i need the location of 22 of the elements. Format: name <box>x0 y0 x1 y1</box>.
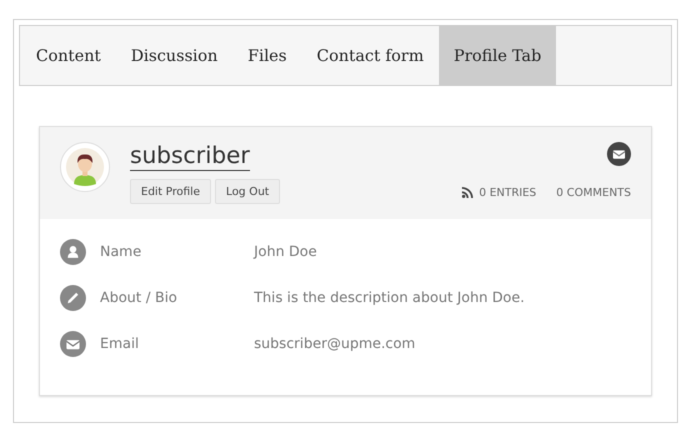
rss-icon <box>462 187 474 198</box>
profile-button[interactable]: Edit Profile <box>130 179 212 204</box>
field-value: John Doe <box>254 244 317 260</box>
field-label: About / Bio <box>100 290 178 306</box>
pencil-icon <box>60 285 86 311</box>
tab[interactable]: Content <box>20 26 116 85</box>
entries-count[interactable]: 0 ENTRIES <box>479 186 536 199</box>
tab[interactable]: Contact form <box>302 26 439 85</box>
comments-count[interactable]: 0 COMMENTS <box>556 186 631 199</box>
field-label: Email <box>100 336 140 352</box>
field-label: Name <box>100 244 142 260</box>
field-value: subscriber@upme.com <box>254 336 416 352</box>
mail-icon[interactable] <box>607 142 631 166</box>
profile-button[interactable]: Log Out <box>215 179 280 204</box>
tab[interactable]: Discussion <box>116 26 233 85</box>
field-value: This is the description about John Doe. <box>254 290 525 306</box>
tab[interactable]: Profile Tab <box>438 26 556 85</box>
user-icon <box>60 239 86 265</box>
tab[interactable]: Files <box>232 26 302 85</box>
username: subscriber <box>130 142 250 171</box>
avatar <box>60 142 110 192</box>
mail-icon <box>60 331 86 357</box>
